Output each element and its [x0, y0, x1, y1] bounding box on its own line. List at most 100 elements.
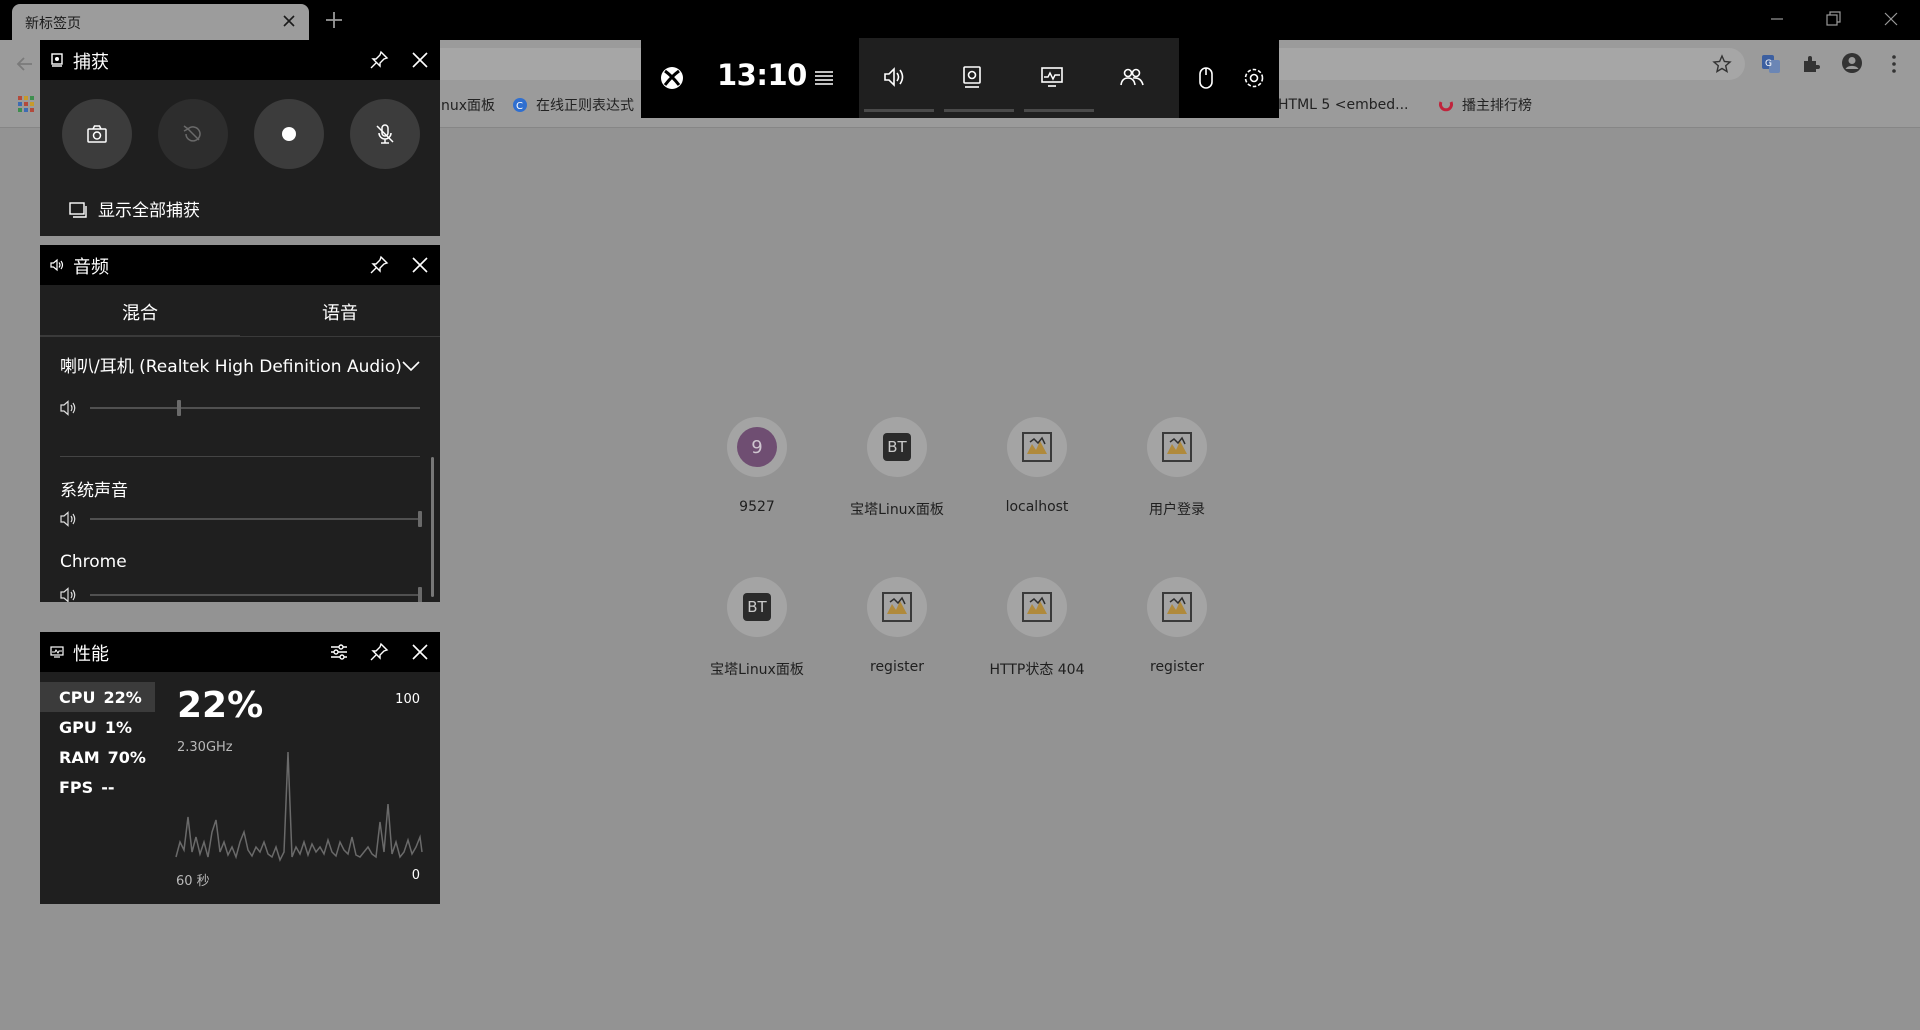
restore-icon[interactable] [1822, 8, 1844, 30]
close-icon[interactable] [410, 50, 430, 70]
scrollbar[interactable] [431, 457, 434, 597]
audio-icon[interactable] [881, 64, 907, 90]
bookmark-label: 在线正则表达式 [536, 98, 634, 114]
shortcut-tile[interactable]: 9 9527 [697, 417, 817, 527]
tomcat-icon [882, 592, 912, 622]
shortcut-tile[interactable]: register [837, 577, 957, 687]
shortcut-tile[interactable]: HTTP状态 404 [977, 577, 1097, 687]
audio-device-name[interactable]: 喇叭/耳机 (Realtek High Definition Audio) [60, 352, 402, 377]
shortcut-label: HTTP状态 404 [989, 662, 1085, 678]
shortcut-icon-bg: BT [727, 577, 787, 637]
shortcut-icon-bg [1007, 577, 1067, 637]
metric-value: 1% [104, 717, 133, 737]
record-last-button[interactable] [158, 99, 228, 169]
tab-voice[interactable]: 语音 [322, 299, 358, 325]
bookmark-item[interactable]: nux面板 [441, 93, 495, 117]
screenshot-button[interactable] [62, 99, 132, 169]
translate-icon[interactable]: G [1760, 53, 1782, 75]
cpu-usage-graph [175, 751, 423, 863]
options-icon[interactable] [329, 642, 349, 662]
new-tab-icon[interactable] [324, 10, 344, 30]
capture-widget-header[interactable]: 捕获 [40, 40, 440, 80]
chevron-down-icon[interactable] [400, 355, 422, 377]
volume-thumb[interactable] [418, 511, 422, 527]
menu-icon[interactable] [811, 65, 837, 91]
show-all-captures-label: 显示全部捕获 [98, 201, 200, 221]
volume-thumb[interactable] [418, 587, 422, 602]
chrome-volume-slider[interactable] [60, 585, 430, 602]
active-tab-indicator [40, 335, 240, 337]
mic-toggle-button[interactable] [350, 99, 420, 169]
tab-mix[interactable]: 混合 [122, 299, 158, 325]
tomcat-icon [1022, 592, 1052, 622]
browser-tab[interactable]: 新标签页 [12, 4, 309, 40]
minimize-icon[interactable] [1766, 8, 1788, 30]
shortcut-tile[interactable]: register [1117, 577, 1237, 687]
pin-icon[interactable] [369, 642, 389, 662]
performance-widget-header[interactable]: 性能 [40, 632, 440, 672]
more-menu-icon[interactable] [1883, 53, 1905, 75]
bookmark-item[interactable]: HTML 5 <embed... [1278, 93, 1408, 117]
close-icon[interactable] [410, 642, 430, 662]
bt-icon: BT [743, 593, 771, 621]
tab-close-icon[interactable] [281, 13, 297, 29]
shortcut-label: register [870, 659, 924, 675]
shortcut-icon-bg [1007, 417, 1067, 477]
audio-widget-header[interactable]: 音频 [40, 245, 440, 285]
camera-icon [87, 125, 107, 143]
shortcut-tile[interactable]: 用户登录 [1117, 417, 1237, 527]
star-icon[interactable] [1711, 53, 1733, 75]
social-icon[interactable] [1119, 64, 1145, 90]
audio-tabs: 混合 语音 [40, 285, 440, 337]
rank-site-icon [1439, 101, 1453, 112]
performance-widget: 性能 CPU 22% GPU 1% RAM 70% FPS -- 22% 2.30GHz… [40, 632, 440, 904]
apps-icon[interactable] [18, 96, 34, 112]
volume-icon [60, 587, 76, 602]
extensions-icon[interactable] [1800, 53, 1822, 75]
record-button[interactable] [254, 99, 324, 169]
shortcut-tile[interactable]: BT 宝塔Linux面板 [697, 577, 817, 687]
audio-widget: 音频 混合 语音 喇叭/耳机 (Realtek High Definition … [40, 245, 440, 602]
app-name: 系统声音 [60, 481, 128, 501]
system-sound-volume-slider[interactable] [60, 509, 430, 529]
capture-icon[interactable] [959, 64, 985, 90]
graph-time-label: 60 秒 [176, 874, 210, 889]
cpu-usage-line [175, 751, 423, 863]
shortcut-icon-bg [1147, 417, 1207, 477]
shortcut-label: 宝塔Linux面板 [850, 502, 944, 518]
profile-icon[interactable] [1841, 52, 1863, 74]
performance-icon[interactable] [1039, 64, 1065, 90]
bookmark-label: 播主排行榜 [1462, 98, 1532, 114]
svg-text:G: G [1765, 59, 1772, 69]
metric-value: 22% [103, 687, 142, 707]
mouse-icon[interactable] [1193, 65, 1219, 91]
audio-divider [60, 456, 420, 457]
xbox-icon[interactable] [659, 65, 685, 91]
pin-icon[interactable] [369, 255, 389, 275]
performance-metric-list: CPU 22% GPU 1% RAM 70% FPS -- [40, 682, 155, 802]
shortcut-tile[interactable]: localhost [977, 417, 1097, 527]
window-close-icon[interactable] [1880, 8, 1902, 30]
record-last-icon [183, 125, 201, 142]
metric-name: CPU [59, 687, 96, 707]
shortcut-tile[interactable]: BT 宝塔Linux面板 [837, 417, 957, 527]
volume-thumb[interactable] [177, 400, 182, 416]
gamebar-clock: 13:10 [717, 58, 807, 92]
device-volume-slider[interactable] [60, 398, 430, 418]
metric-ram[interactable]: RAM 70% [40, 742, 155, 772]
show-all-captures-link[interactable]: 显示全部捕获 [68, 196, 200, 221]
capture-widget-icon [51, 53, 63, 67]
settings-icon[interactable] [1241, 65, 1267, 91]
pin-icon[interactable] [369, 50, 389, 70]
close-icon[interactable] [410, 255, 430, 275]
metric-name: RAM [59, 747, 100, 767]
metric-gpu[interactable]: GPU 1% [40, 712, 155, 742]
metric-fps[interactable]: FPS -- [40, 772, 155, 802]
back-arrow-icon[interactable] [14, 53, 36, 75]
metric-cpu[interactable]: CPU 22% [40, 682, 155, 712]
bookmark-item[interactable]: C 在线正则表达式 [512, 93, 634, 117]
bookmark-label: nux面板 [441, 98, 496, 114]
bookmark-item[interactable]: 播主排行榜 [1438, 93, 1532, 117]
volume-icon [60, 400, 76, 416]
shortcut-label: localhost [1005, 499, 1069, 515]
